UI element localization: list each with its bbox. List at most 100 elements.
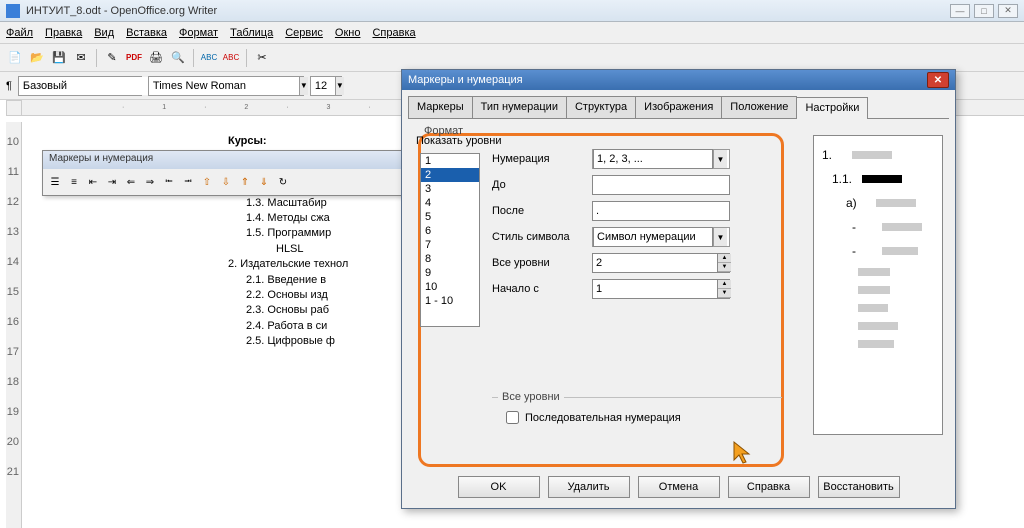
chevron-down-icon[interactable]: ▼: [335, 77, 344, 95]
menu-help[interactable]: Справка: [372, 27, 415, 39]
alllevels-label: Все уровни: [492, 257, 592, 269]
menu-format[interactable]: Формат: [179, 27, 218, 39]
alllevels-input[interactable]: [592, 253, 730, 273]
save-icon[interactable]: 💾: [50, 49, 68, 67]
restore-button[interactable]: Восстановить: [818, 476, 900, 498]
arrow-right-icon[interactable]: ⇒: [142, 174, 158, 190]
move-up-icon[interactable]: ⇧: [199, 174, 215, 190]
menu-tools[interactable]: Сервис: [285, 27, 323, 39]
tab-settings[interactable]: Настройки: [796, 97, 868, 119]
level-item[interactable]: 7: [421, 238, 479, 252]
consecutive-checkbox[interactable]: [506, 411, 519, 424]
float-toolbar-title: Маркеры и нумерация: [43, 151, 401, 169]
spinner-buttons[interactable]: ▲▼: [717, 280, 731, 298]
show-levels-label: Показать уровни: [416, 135, 502, 147]
cut-icon[interactable]: ✂: [253, 49, 271, 67]
before-input[interactable]: [592, 175, 730, 195]
open-icon[interactable]: 📂: [28, 49, 46, 67]
outdent-icon[interactable]: ⇤: [85, 174, 101, 190]
level-item[interactable]: 4: [421, 196, 479, 210]
charstyle-combo[interactable]: ▼: [592, 227, 730, 247]
before-label: До: [492, 179, 592, 191]
demote-icon[interactable]: ⇓: [256, 174, 272, 190]
size-input[interactable]: [311, 77, 335, 95]
ruler-corner: [6, 100, 22, 116]
tab-numtype[interactable]: Тип нумерации: [472, 96, 567, 118]
window-titlebar: ИНТУИТ_8.odt - OpenOffice.org Writer — □…: [0, 0, 1024, 22]
level-item[interactable]: 9: [421, 266, 479, 280]
level-item[interactable]: 5: [421, 210, 479, 224]
level-item[interactable]: 1 - 10: [421, 294, 479, 308]
menubar: Файл Правка Вид Вставка Формат Таблица С…: [0, 22, 1024, 44]
spellcheck-icon[interactable]: ABC: [200, 49, 218, 67]
ok-button[interactable]: OK: [458, 476, 540, 498]
numlist-icon[interactable]: ≡: [66, 174, 82, 190]
autospell-icon[interactable]: ABC: [222, 49, 240, 67]
dialog-title: Маркеры и нумерация: [408, 74, 927, 86]
app-icon: [6, 4, 20, 18]
after-input[interactable]: [592, 201, 730, 221]
size-combo[interactable]: ▼: [310, 76, 342, 96]
menu-window[interactable]: Окно: [335, 27, 361, 39]
bullets-numbering-toolbar[interactable]: Маркеры и нумерация ☰ ≡ ⇤ ⇥ ⇐ ⇒ ⭰ ⭲ ⇧ ⇩ …: [42, 150, 402, 196]
menu-file[interactable]: Файл: [6, 27, 33, 39]
promote-icon[interactable]: ⇑: [237, 174, 253, 190]
standard-toolbar: 📄 📂 💾 ✉ ✎ PDF 🖨 🔍 ABC ABC ✂: [0, 44, 1024, 72]
style-combo[interactable]: ▼: [18, 76, 142, 96]
vertical-ruler[interactable]: 1011 1213 1415 1617 1819 2021: [6, 122, 22, 528]
preview-icon[interactable]: 🔍: [169, 49, 187, 67]
after-label: После: [492, 205, 592, 217]
style-input[interactable]: [19, 77, 169, 95]
styles-icon[interactable]: ¶: [6, 80, 12, 92]
tab-position[interactable]: Положение: [721, 96, 797, 118]
level-item[interactable]: 6: [421, 224, 479, 238]
dialog-buttons: OK Удалить Отмена Справка Восстановить: [402, 476, 955, 498]
tab-markers[interactable]: Маркеры: [408, 96, 473, 118]
tab-left-icon[interactable]: ⭰: [161, 174, 177, 190]
font-combo[interactable]: ▼: [148, 76, 304, 96]
close-button[interactable]: ✕: [998, 4, 1018, 18]
font-input[interactable]: [149, 77, 299, 95]
level-item[interactable]: 2: [421, 168, 479, 182]
all-levels-fieldset: Все уровни Последовательная нумерация: [492, 391, 782, 430]
restart-icon[interactable]: ↻: [275, 174, 291, 190]
level-item[interactable]: 8: [421, 252, 479, 266]
dialog-titlebar[interactable]: Маркеры и нумерация ✕: [402, 70, 955, 90]
level-item[interactable]: 1: [421, 154, 479, 168]
level-item[interactable]: 3: [421, 182, 479, 196]
numbering-label: Нумерация: [492, 153, 592, 165]
bullets-numbering-dialog: Маркеры и нумерация ✕ Маркеры Тип нумера…: [401, 69, 956, 509]
tab-structure[interactable]: Структура: [566, 96, 636, 118]
preview-pane: 1. 1.1. a) - -: [813, 135, 943, 435]
new-doc-icon[interactable]: 📄: [6, 49, 24, 67]
menu-insert[interactable]: Вставка: [126, 27, 167, 39]
tab-right-icon[interactable]: ⭲: [180, 174, 196, 190]
tab-images[interactable]: Изображения: [635, 96, 722, 118]
delete-button[interactable]: Удалить: [548, 476, 630, 498]
dialog-tabs: Маркеры Тип нумерации Структура Изображе…: [408, 96, 949, 119]
pdf-icon[interactable]: PDF: [125, 49, 143, 67]
window-title: ИНТУИТ_8.odt - OpenOffice.org Writer: [26, 5, 950, 17]
arrow-left-icon[interactable]: ⇐: [123, 174, 139, 190]
chevron-down-icon[interactable]: ▼: [299, 77, 308, 95]
level-item[interactable]: 10: [421, 280, 479, 294]
start-input[interactable]: [592, 279, 730, 299]
menu-table[interactable]: Таблица: [230, 27, 273, 39]
spinner-buttons[interactable]: ▲▼: [717, 254, 731, 272]
minimize-button[interactable]: —: [950, 4, 970, 18]
mail-icon[interactable]: ✉: [72, 49, 90, 67]
numbering-combo[interactable]: ▼: [592, 149, 730, 169]
menu-edit[interactable]: Правка: [45, 27, 82, 39]
maximize-button[interactable]: □: [974, 4, 994, 18]
help-button[interactable]: Справка: [728, 476, 810, 498]
edit-icon[interactable]: ✎: [103, 49, 121, 67]
all-levels-legend: Все уровни: [498, 391, 564, 403]
indent-icon[interactable]: ⇥: [104, 174, 120, 190]
menu-view[interactable]: Вид: [94, 27, 114, 39]
levels-listbox[interactable]: 1 2 3 4 5 6 7 8 9 10 1 - 10: [420, 153, 480, 327]
print-icon[interactable]: 🖨: [147, 49, 165, 67]
close-icon[interactable]: ✕: [927, 72, 949, 88]
move-down-icon[interactable]: ⇩: [218, 174, 234, 190]
list-icon[interactable]: ☰: [47, 174, 63, 190]
cancel-button[interactable]: Отмена: [638, 476, 720, 498]
